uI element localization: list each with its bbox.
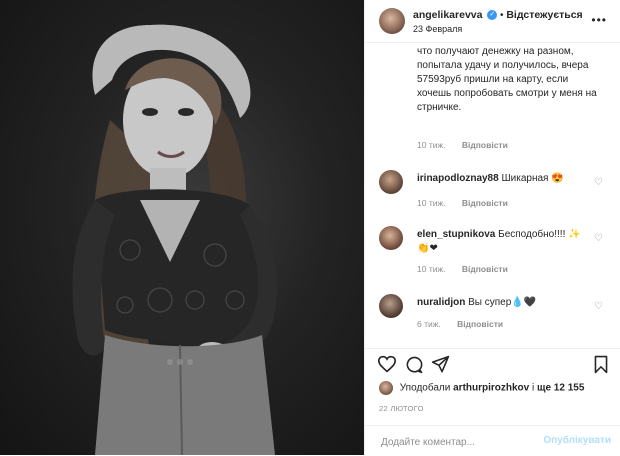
like-comment-heart-icon[interactable]: ♡ (594, 177, 603, 188)
comment-time[interactable]: 10 тиж. (417, 264, 446, 274)
comment-time[interactable]: 6 тиж. (417, 319, 441, 329)
author-avatar[interactable] (379, 8, 405, 34)
verified-badge-icon: ✓ (487, 10, 498, 21)
commenter-avatar[interactable] (379, 170, 403, 194)
likes-connector: і (532, 382, 535, 394)
save-bookmark-icon[interactable] (593, 355, 609, 374)
likes-summary: Уподобали arthurpirozhkov і ще 12 155 (379, 381, 584, 395)
add-comment-bar: Опублікувати (365, 425, 620, 456)
publish-button[interactable]: Опублікувати (543, 435, 611, 446)
caption-text: что получают денежку на разном, попытала… (417, 46, 597, 113)
likes-count[interactable]: ще 12 155 (537, 383, 584, 394)
comments-list: что получают денежку на разном, попытала… (365, 42, 620, 348)
comment-time[interactable]: 10 тиж. (417, 198, 446, 208)
comment-reply-button[interactable]: Відповісти (462, 198, 508, 208)
like-comment-heart-icon[interactable]: ♡ (594, 301, 603, 312)
commenter-username[interactable]: elen_stupnikova (417, 229, 495, 240)
share-paper-plane-icon[interactable] (431, 355, 450, 374)
separator-dot: • (500, 10, 504, 21)
post-photo-illustration (72, 24, 278, 455)
post-header: angelikarevva ✓ • Відстежується 23 Февра… (365, 0, 620, 43)
comment-body: irinapodloznay88 Шикарная 😍 (417, 172, 587, 186)
post-photo[interactable] (0, 0, 364, 455)
like-comment-heart-icon[interactable]: ♡ (594, 233, 603, 244)
post-date[interactable]: 22 ЛЮТОГО (379, 404, 424, 413)
comment-input[interactable] (379, 432, 543, 452)
author-username[interactable]: angelikarevva (413, 9, 482, 21)
instagram-post-view: angelikarevva ✓ • Відстежується 23 Февра… (0, 0, 620, 456)
caption-reply-button[interactable]: Відповісти (462, 140, 508, 150)
comment-body: elen_stupnikova Бесподобно!!!! ✨👏❤ (417, 228, 587, 256)
following-button[interactable]: Відстежується (506, 9, 582, 21)
comment-text: Шикарная 😍 (501, 173, 564, 184)
commenter-username[interactable]: irinapodloznay88 (417, 173, 499, 184)
commenter-avatar[interactable] (379, 226, 403, 250)
more-horizontal-icon[interactable]: ••• (591, 13, 607, 27)
post-actions-bar (365, 348, 620, 379)
caption-meta: 10 тиж. Відповісти (417, 140, 522, 150)
like-heart-icon[interactable] (377, 355, 397, 373)
post-location[interactable]: 23 Февраля (413, 24, 462, 34)
liker-username[interactable]: arthurpirozhkov (453, 383, 529, 394)
liker-avatar[interactable] (379, 381, 393, 395)
commenter-username[interactable]: nuralidjon (417, 297, 465, 308)
caption-time[interactable]: 10 тиж. (417, 140, 446, 150)
likes-prefix: Уподобали (399, 382, 451, 394)
comment-reply-button[interactable]: Відповісти (462, 264, 508, 274)
author-line: angelikarevva ✓ • Відстежується (413, 9, 583, 21)
comment-text: Вы супер💧🖤 (468, 297, 537, 308)
comment-meta: 10 тиж. Відповісти (417, 198, 522, 208)
comment-body: nuralidjon Вы супер💧🖤 (417, 296, 587, 310)
comment-meta: 10 тиж. Відповісти (417, 264, 522, 274)
comment-bubble-icon[interactable] (405, 355, 424, 374)
comment-reply-button[interactable]: Відповісти (457, 319, 503, 329)
comment-meta: 6 тиж. Відповісти (417, 319, 517, 329)
commenter-avatar[interactable] (379, 294, 403, 318)
post-side-panel: angelikarevva ✓ • Відстежується 23 Февра… (364, 0, 620, 456)
